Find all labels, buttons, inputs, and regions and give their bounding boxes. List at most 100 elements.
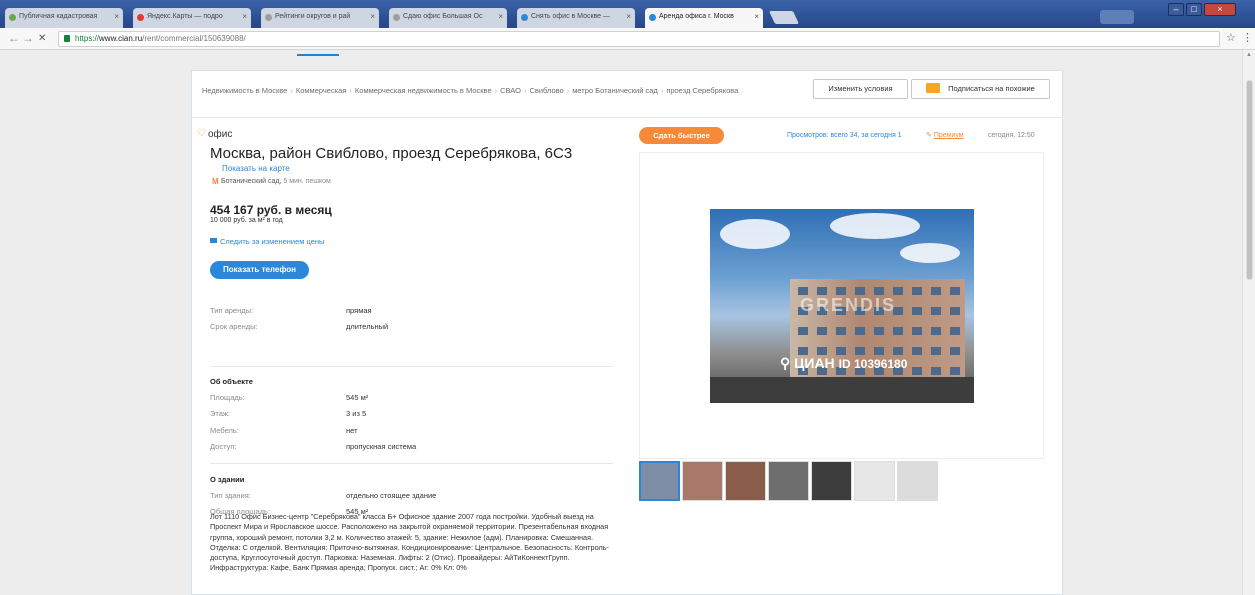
- tab-close-icon[interactable]: ×: [114, 12, 119, 21]
- breadcrumb-item[interactable]: проезд Серебрякова: [666, 86, 738, 95]
- photo-cloud: [900, 243, 960, 263]
- scroll-up-icon[interactable]: ▲: [1246, 52, 1252, 58]
- header-active-underline: [297, 54, 339, 56]
- tab-favicon: [521, 14, 528, 21]
- browser-tab[interactable]: Снять офис в Москве — ×: [517, 8, 635, 28]
- rent-faster-button[interactable]: Сдать быстрее: [639, 127, 724, 144]
- photo-thumbnail[interactable]: [725, 461, 766, 501]
- property-label: Тип здания:: [210, 491, 251, 500]
- photo-thumbnail[interactable]: [639, 461, 680, 501]
- subscribe-similar-button[interactable]: Подписаться на похожие: [911, 79, 1050, 99]
- browser-tab[interactable]: Рейтинги округов и рай ×: [261, 8, 379, 28]
- photo-cloud: [720, 219, 790, 249]
- cian-watermark: ⚲ ЦИАН ID 10396180: [780, 355, 907, 372]
- price: 454 167 руб. в месяц: [210, 203, 332, 217]
- breadcrumb-separator: ›: [349, 86, 352, 95]
- header-divider: [192, 117, 1062, 118]
- publish-date: сегодня, 12:50: [988, 132, 1035, 139]
- browser-tab[interactable]: Аренда офиса г. Москв ×: [645, 8, 763, 28]
- url-input[interactable]: https://www.cian.ru/rent/commercial/1506…: [58, 31, 1220, 47]
- building-window: [798, 287, 808, 295]
- photo-thumbnail[interactable]: [768, 461, 809, 501]
- breadcrumb-item[interactable]: Коммерческая недвижимость в Москве: [355, 86, 492, 95]
- maximize-button[interactable]: □: [1186, 3, 1202, 16]
- photo-thumbnail[interactable]: [682, 461, 723, 501]
- breadcrumb: Недвижимость в Москве › Коммерческая › Комме…: [202, 85, 772, 97]
- tab-close-icon[interactable]: ×: [370, 12, 375, 21]
- tab-label: Рейтинги округов и рай: [275, 13, 351, 20]
- main-photo[interactable]: GRENDIS ⚲ ЦИАН ID 10396180: [710, 209, 974, 403]
- property-value: 545 м²: [346, 393, 369, 402]
- browser-tab[interactable]: Публичная кадастровая ×: [5, 8, 123, 28]
- change-conditions-button[interactable]: Изменить условия: [813, 79, 908, 99]
- scrollbar-thumb[interactable]: [1246, 80, 1253, 280]
- section-divider: [210, 463, 613, 464]
- listing-card: Недвижимость в Москве › Коммерческая › Комме…: [191, 70, 1063, 595]
- building-window: [931, 347, 941, 355]
- tab-favicon: [393, 14, 400, 21]
- forward-icon[interactable]: →: [22, 31, 34, 45]
- building-window: [893, 287, 903, 295]
- profile-button[interactable]: [1100, 10, 1134, 24]
- photo-gallery: GRENDIS ⚲ ЦИАН ID 10396180: [639, 152, 1044, 459]
- new-tab-button[interactable]: [768, 11, 800, 24]
- browser-tab[interactable]: Сдаю офис Большая Ос ×: [389, 8, 507, 28]
- page-scrollbar[interactable]: ▲: [1242, 50, 1255, 595]
- views-counter-link[interactable]: Просмотров: всего 34, за сегодня 1: [787, 132, 902, 139]
- bookmark-star-icon[interactable]: ☆: [1226, 31, 1236, 44]
- property-value: нет: [346, 426, 358, 435]
- favorite-heart-icon[interactable]: ♡: [197, 128, 206, 139]
- metro-station: Ботанический сад, 5 мин. пешком: [221, 178, 331, 185]
- address-bar: ← → ✕ https://www.cian.ru/rent/commercia…: [0, 28, 1255, 50]
- browser-menu-icon[interactable]: ⋮: [1242, 31, 1253, 44]
- property-label: Этаж:: [210, 409, 231, 418]
- photo-thumbnail[interactable]: [897, 461, 938, 501]
- tab-close-icon[interactable]: ×: [498, 12, 503, 21]
- back-icon[interactable]: ←: [8, 31, 20, 45]
- price-per-m2: 10 000 руб. за м² в год: [210, 217, 283, 224]
- building-window: [874, 327, 884, 335]
- building-window: [836, 287, 846, 295]
- breadcrumb-item[interactable]: метро Ботанический сад: [572, 86, 658, 95]
- photo-road: [710, 377, 974, 403]
- follow-price-link[interactable]: Следить за изменением цены: [220, 237, 324, 246]
- breadcrumb-separator: ›: [660, 86, 664, 95]
- breadcrumb-item[interactable]: СВАО: [500, 86, 521, 95]
- building-window: [817, 287, 827, 295]
- show-on-map-link[interactable]: Показать на карте: [222, 164, 290, 173]
- photo-thumbnail[interactable]: [854, 461, 895, 501]
- page-title: Москва, район Свиблово, проезд Серебряко…: [210, 145, 573, 162]
- subscribe-label: Подписаться на похожие: [948, 84, 1035, 93]
- tab-close-icon[interactable]: ×: [626, 12, 631, 21]
- minimize-button[interactable]: –: [1168, 3, 1184, 16]
- metro-name: Ботанический сад,: [221, 178, 282, 185]
- metro-walk-time: 5 мин. пешком: [283, 178, 331, 185]
- building-window: [817, 327, 827, 335]
- building-window: [912, 347, 922, 355]
- show-phone-button[interactable]: Показать телефон: [210, 261, 309, 279]
- building-window: [855, 347, 865, 355]
- object-type: офис: [208, 129, 233, 140]
- page-viewport: Недвижимость в Москве › Коммерческая › Комме…: [0, 50, 1242, 595]
- tab-favicon: [649, 14, 656, 21]
- browser-tab[interactable]: Яндекс.Карты — подро ×: [133, 8, 251, 28]
- tab-close-icon[interactable]: ×: [242, 12, 247, 21]
- photo-thumbnail[interactable]: [811, 461, 852, 501]
- breadcrumb-separator: ›: [566, 86, 570, 95]
- stop-reload-icon[interactable]: ✕: [38, 33, 46, 44]
- photo-watermark: GRENDIS: [800, 295, 897, 315]
- property-label: Срок аренды:: [210, 322, 258, 331]
- premium-badge[interactable]: ✎ Премиум: [926, 131, 964, 139]
- property-label: Тип аренды:: [210, 306, 254, 315]
- breadcrumb-item[interactable]: Коммерческая: [296, 86, 347, 95]
- property-value: пропускная система: [346, 442, 417, 451]
- property-label: Мебель:: [210, 426, 239, 435]
- breadcrumb-item[interactable]: Недвижимость в Москве: [202, 86, 287, 95]
- close-window-button[interactable]: ×: [1204, 3, 1236, 16]
- tab-close-icon[interactable]: ×: [754, 12, 759, 21]
- building-window: [931, 307, 941, 315]
- envelope-icon: [926, 83, 941, 94]
- building-window: [931, 287, 941, 295]
- building-window: [931, 327, 941, 335]
- breadcrumb-item[interactable]: Свиблово: [529, 86, 563, 95]
